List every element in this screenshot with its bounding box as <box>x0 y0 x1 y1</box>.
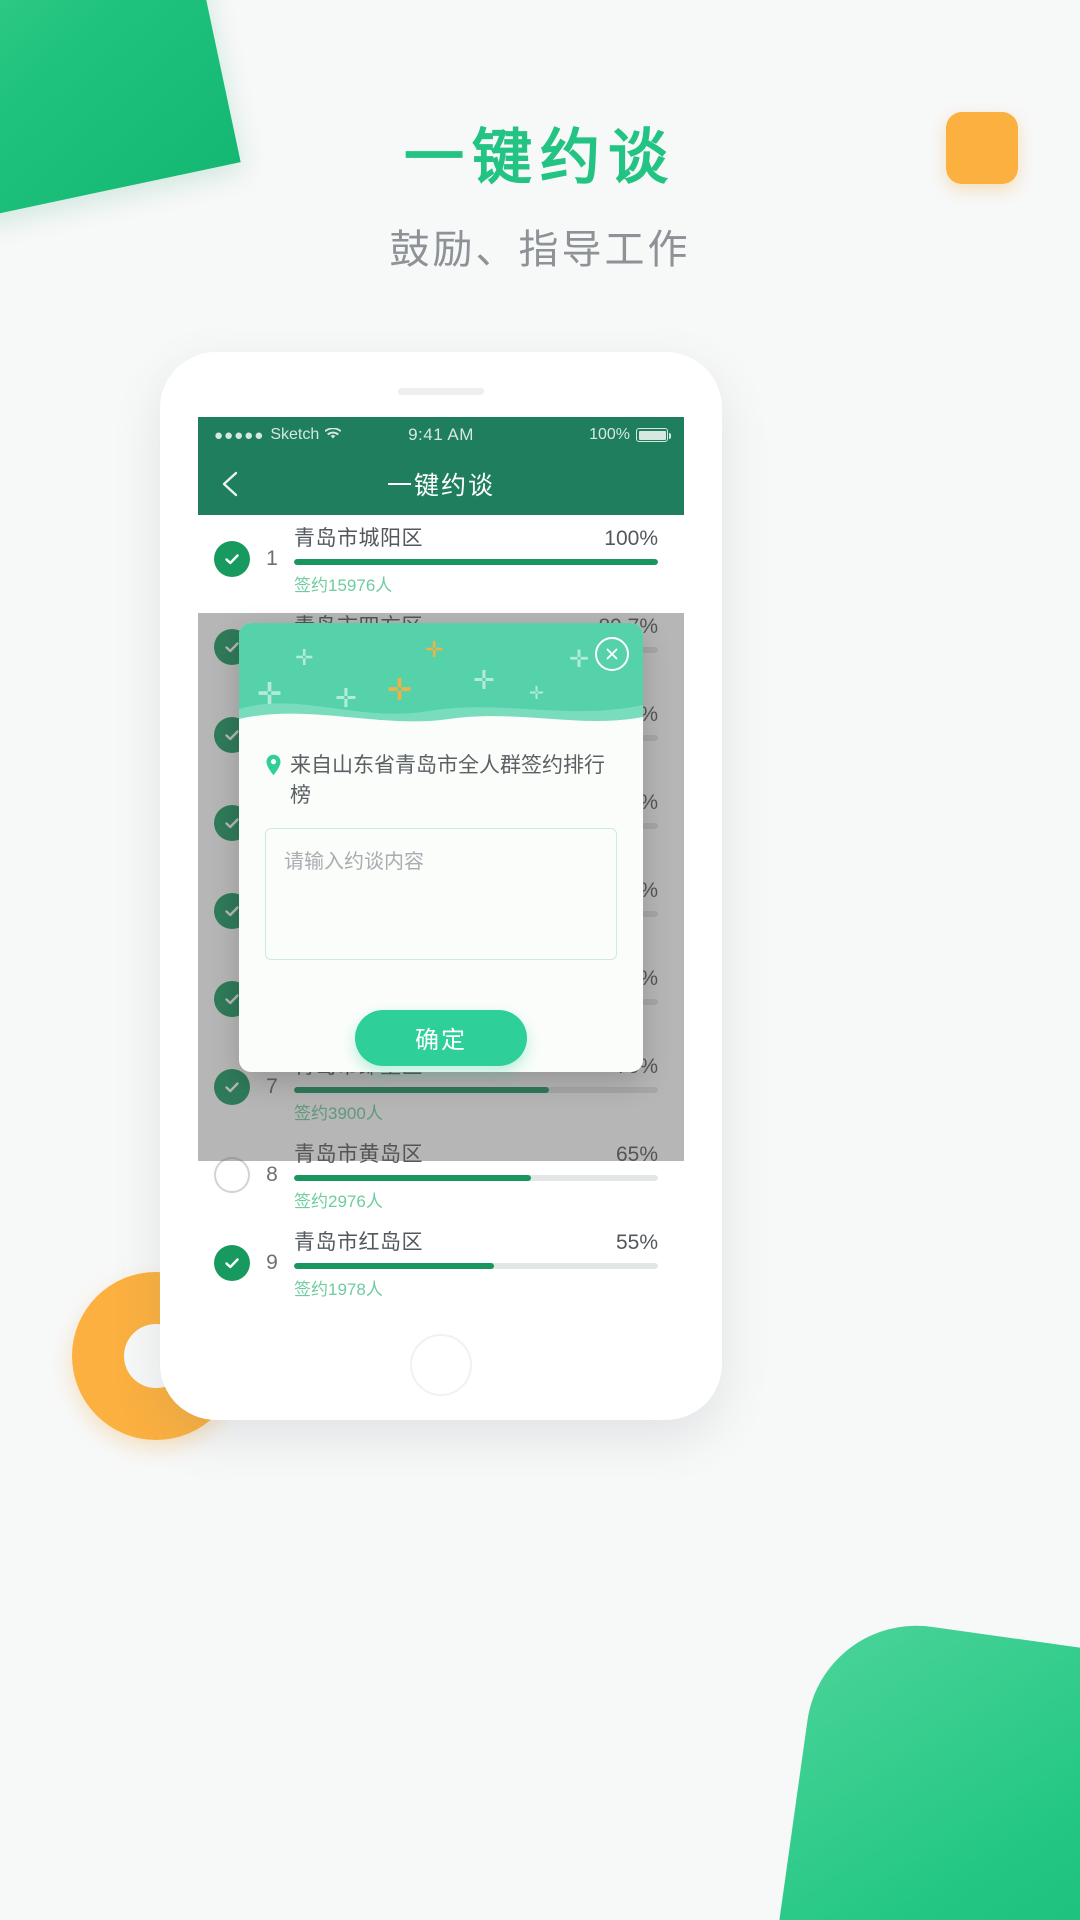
row-signed-count: 签约15976人 <box>294 576 393 595</box>
page-subtitle: 鼓励、指导工作 <box>389 228 691 272</box>
chevron-left-icon <box>222 471 238 497</box>
wave-decoration <box>239 703 643 731</box>
row-checkbox[interactable] <box>214 1157 250 1193</box>
row-top: 青岛市城阳区 100% <box>294 522 658 552</box>
status-bar: ●●●●● Sketch 9:41 AM 100% <box>198 417 684 453</box>
row-district-name: 青岛市红岛区 <box>294 1231 423 1254</box>
sparkle-icon: ✛ <box>295 645 314 670</box>
page-root: 一键约谈 鼓励、指导工作 ●●●●● Sketch 9:41 AM 100% 一… <box>0 0 1080 1920</box>
row-progress-track <box>294 1175 658 1181</box>
row-progress-track <box>294 559 658 565</box>
carrier-label: Sketch <box>270 426 320 443</box>
row-rank: 8 <box>266 1163 278 1186</box>
row-body: 青岛市红岛区 55% 签约1978人 <box>294 1226 662 1300</box>
signal-dots-icon: ●●●●● <box>214 426 265 444</box>
page-title: 一键约谈 <box>404 124 676 191</box>
sparkle-icon: ✛ <box>569 646 590 673</box>
decoration-bottom-right <box>761 1611 1080 1920</box>
location-pin-icon <box>265 754 282 785</box>
battery-icon <box>636 428 671 442</box>
row-progress-track <box>294 1263 658 1269</box>
sparkle-accent-icon: ✛ <box>425 637 444 662</box>
wifi-icon <box>324 426 342 444</box>
row-district-name: 青岛市城阳区 <box>294 527 423 550</box>
phone-speaker <box>398 388 484 395</box>
row-rank: 1 <box>266 547 278 570</box>
hero-headline: 一键约谈 鼓励、指导工作 <box>0 125 1080 275</box>
status-bar-left: ●●●●● Sketch <box>214 426 408 444</box>
nav-bar: 一键约谈 <box>198 453 684 515</box>
dialog-confirm-button[interactable]: 确定 <box>355 1009 527 1066</box>
close-icon <box>606 648 618 660</box>
status-bar-right: 100% <box>474 426 671 444</box>
phone-mockup: ●●●●● Sketch 9:41 AM 100% 一键约谈 1 青岛市城阳区 … <box>160 352 722 1420</box>
nav-title: 一键约谈 <box>386 472 495 500</box>
dialog-confirm-wrap: 确定 <box>265 960 617 1066</box>
dialog-source-text: 来自山东省青岛市全人群签约排行榜 <box>290 754 605 808</box>
battery-percent-label: 100% <box>589 426 630 443</box>
check-icon <box>225 1258 239 1269</box>
dialog-body: 来自山东省青岛市全人群签约排行榜 请输入约谈内容 确定 <box>239 731 643 1072</box>
row-checkbox[interactable] <box>214 541 250 577</box>
row-signed-count: 签约2976人 <box>294 1192 383 1211</box>
dialog-header-banner: ✛ ✛ ✛ ✛ ✛ ✛ ✛ ✛ <box>239 623 643 731</box>
row-percent: 55% <box>615 1231 658 1254</box>
row-top: 青岛市红岛区 55% <box>294 1226 658 1256</box>
dialog-close-button[interactable] <box>595 637 629 671</box>
talk-dialog: ✛ ✛ ✛ ✛ ✛ ✛ ✛ ✛ 来自山东省青岛市全人群签约排行榜 请输入约谈内容… <box>239 623 643 1072</box>
row-body: 青岛市城阳区 100% 签约15976人 <box>294 522 662 596</box>
row-checkbox[interactable] <box>214 1245 250 1281</box>
back-button[interactable] <box>214 467 248 501</box>
row-signed-count: 签约1978人 <box>294 1280 383 1299</box>
row-percent: 100% <box>604 527 658 550</box>
talk-content-input[interactable]: 请输入约谈内容 <box>265 827 617 960</box>
row-rank: 9 <box>266 1251 278 1274</box>
dialog-source-row: 来自山东省青岛市全人群签约排行榜 <box>265 751 617 812</box>
status-bar-time: 9:41 AM <box>408 425 474 444</box>
table-row[interactable]: 1 青岛市城阳区 100% 签约15976人 <box>198 515 684 603</box>
phone-home-button <box>410 1334 472 1396</box>
table-row[interactable]: 9 青岛市红岛区 55% 签约1978人 <box>198 1219 684 1301</box>
check-icon <box>225 554 239 565</box>
phone-screen: ●●●●● Sketch 9:41 AM 100% 一键约谈 1 青岛市城阳区 … <box>198 417 684 1301</box>
